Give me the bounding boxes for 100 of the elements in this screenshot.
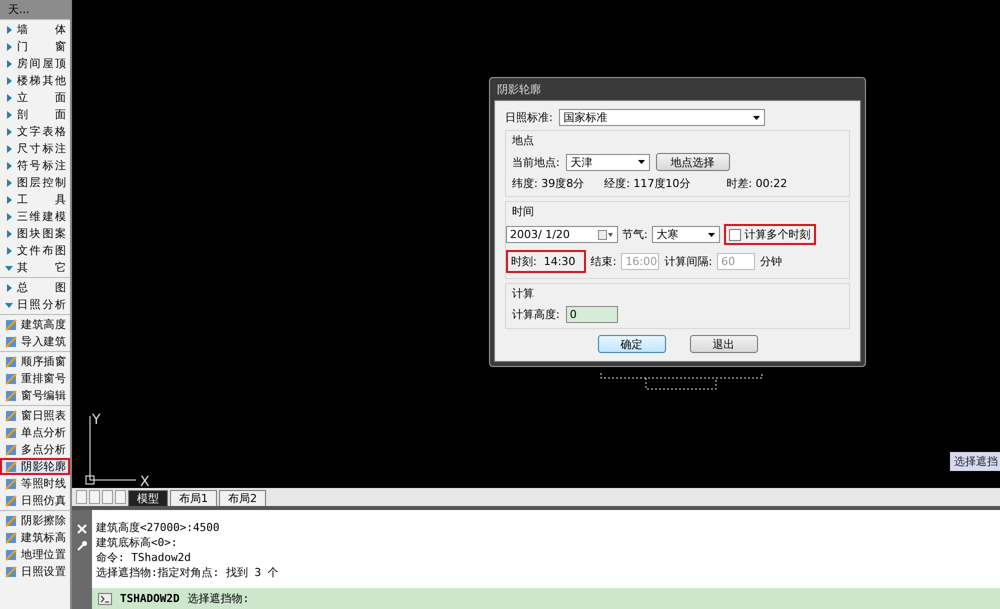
- collapsed-arrow-icon[interactable]: [5, 76, 13, 84]
- collapsed-arrow-icon[interactable]: [5, 42, 13, 50]
- info-text: 经度: 117度10分: [604, 176, 690, 191]
- field-label: 计算间隔:: [664, 254, 712, 269]
- ucs-axis-drawing: Y X: [84, 410, 156, 488]
- menu-folder[interactable]: 总 图: [0, 279, 70, 296]
- tool-icon: [5, 410, 17, 422]
- field-label: 当前地点:: [512, 154, 560, 170]
- wrench-icon[interactable]: [76, 540, 88, 552]
- layout-tab[interactable]: 布局1: [170, 490, 217, 506]
- menu-folder[interactable]: 文件布图: [0, 242, 70, 259]
- menu-folder[interactable]: 尺寸标注: [0, 140, 70, 157]
- collapsed-arrow-icon[interactable]: [5, 212, 13, 220]
- calendar-icon: [598, 230, 614, 240]
- menu-item[interactable]: 日照仿真: [0, 492, 70, 509]
- tool-icon: [5, 514, 17, 526]
- collapsed-arrow-icon[interactable]: [5, 162, 13, 170]
- collapsed-arrow-icon[interactable]: [5, 60, 13, 68]
- menu-folder[interactable]: 立 面: [0, 89, 70, 106]
- collapsed-arrow-icon[interactable]: [5, 26, 13, 34]
- command-prompt: 选择遮挡物:: [188, 591, 250, 606]
- menu-folder[interactable]: 楼梯其他: [0, 72, 70, 89]
- menu-item[interactable]: 建筑高度: [0, 316, 70, 333]
- command-history-line: 建筑高度<27000>:4500: [96, 520, 220, 535]
- menu-item[interactable]: 多点分析: [0, 441, 70, 458]
- collapsed-arrow-icon[interactable]: [5, 94, 13, 102]
- menu-item[interactable]: 顺序插窗: [0, 353, 70, 370]
- checkbox[interactable]: [728, 228, 741, 240]
- menu-item[interactable]: 日照设置: [0, 563, 70, 580]
- nav-button[interactable]: [102, 490, 113, 504]
- input-field[interactable]: 0: [566, 306, 618, 323]
- dialog-title: 阴影轮廓: [496, 82, 542, 98]
- menu-item[interactable]: 等照时线: [0, 475, 70, 492]
- collapsed-arrow-icon[interactable]: [5, 246, 13, 254]
- collapsed-arrow-icon[interactable]: [5, 128, 13, 136]
- command-history-line: 建筑底标高<0>:: [96, 535, 178, 550]
- dropdown[interactable]: 大寒: [652, 226, 720, 243]
- button[interactable]: 地点选择: [656, 153, 730, 171]
- tool-icon: [5, 444, 17, 456]
- menu-folder[interactable]: 三维建模: [0, 208, 70, 225]
- menu-item[interactable]: 窗号编辑: [0, 387, 70, 404]
- menu-folder[interactable]: 其 它: [0, 259, 70, 276]
- tool-icon: [5, 318, 17, 330]
- menu-folder[interactable]: 文字表格: [0, 123, 70, 140]
- tooltip: 选择遮挡: [950, 452, 1000, 471]
- layout-tab[interactable]: 布局2: [219, 490, 266, 506]
- menu-item[interactable]: 单点分析: [0, 424, 70, 441]
- nav-button[interactable]: [89, 490, 100, 504]
- date-field[interactable]: 2003/ 1/20: [506, 226, 618, 243]
- collapsed-arrow-icon[interactable]: [5, 196, 13, 204]
- tool-icon: [5, 566, 17, 578]
- panel-title: 天...: [0, 0, 70, 19]
- tool-icon: [5, 460, 17, 472]
- tool-icon: [5, 548, 17, 560]
- button[interactable]: 确定: [598, 335, 666, 353]
- layout-tab[interactable]: 模型: [128, 490, 168, 506]
- menu-folder[interactable]: 工 具: [0, 191, 70, 208]
- menu-folder[interactable]: 符号标注: [0, 157, 70, 174]
- dropdown[interactable]: 天津: [566, 154, 650, 170]
- nav-button[interactable]: [76, 490, 87, 504]
- expanded-arrow-icon[interactable]: [5, 300, 13, 308]
- collapsed-arrow-icon[interactable]: [5, 284, 13, 292]
- group-heading: 时间: [511, 204, 535, 219]
- menu-item[interactable]: 重排窗号: [0, 370, 70, 387]
- tool-icon: [5, 478, 17, 490]
- menu-item[interactable]: 阴影轮廓: [0, 458, 70, 475]
- field-label: 日照标准:: [505, 110, 553, 125]
- menu-folder[interactable]: 图块图案: [0, 225, 70, 242]
- close-icon[interactable]: [77, 524, 87, 534]
- command-name: TSHADOW2D: [120, 592, 180, 605]
- tool-icon: [5, 390, 17, 402]
- command-history-line: 选择遮挡物:指定对角点: 找到 3 个: [96, 565, 280, 580]
- info-text: 时差: 00:22: [726, 176, 788, 191]
- menu-folder[interactable]: 日照分析: [0, 296, 70, 313]
- menu-folder[interactable]: 图层控制: [0, 174, 70, 191]
- unit-label: 分钟: [760, 254, 782, 269]
- expanded-arrow-icon[interactable]: [5, 264, 13, 272]
- menu-folder[interactable]: 剖 面: [0, 106, 70, 123]
- nav-button[interactable]: [115, 490, 126, 504]
- menu-folder[interactable]: 房间屋顶: [0, 55, 70, 72]
- time-field[interactable]: 14:30: [540, 253, 581, 270]
- menu-folder[interactable]: 门 窗: [0, 38, 70, 55]
- tool-icon: [5, 532, 17, 544]
- tool-icon: [5, 426, 17, 438]
- menu-item[interactable]: 阴影擦除: [0, 512, 70, 529]
- menu-item[interactable]: 导入建筑: [0, 333, 70, 350]
- field-label: 时刻:: [511, 254, 537, 269]
- menu-folder[interactable]: 墙 体: [0, 21, 70, 38]
- collapsed-arrow-icon[interactable]: [5, 110, 13, 118]
- collapsed-arrow-icon[interactable]: [5, 230, 13, 238]
- menu-item[interactable]: 地理位置: [0, 546, 70, 563]
- dropdown[interactable]: 国家标准: [558, 109, 765, 126]
- button[interactable]: 退出: [690, 335, 758, 353]
- tool-icon: [5, 356, 17, 368]
- collapsed-arrow-icon[interactable]: [5, 144, 13, 152]
- menu-item[interactable]: 建筑标高: [0, 529, 70, 546]
- menu-item[interactable]: 窗日照表: [0, 407, 70, 424]
- group-heading: 计算: [512, 286, 535, 301]
- collapsed-arrow-icon[interactable]: [5, 178, 13, 186]
- caret-icon: [708, 232, 715, 236]
